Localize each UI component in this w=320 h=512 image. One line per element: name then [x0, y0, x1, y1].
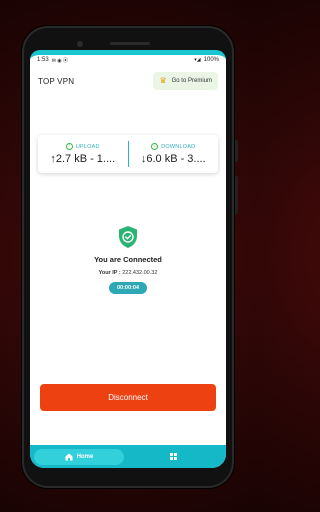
app-bar: TOP VPN ♛ Go to Premium [30, 69, 226, 93]
grid-icon [169, 453, 177, 460]
disconnect-button[interactable]: Disconnect [40, 384, 216, 411]
connection-status-text: You are Connected [94, 255, 162, 264]
phone-volume-button [234, 176, 238, 214]
connection-timer: 00:00:04 [108, 282, 148, 294]
ip-label: Your IP : [98, 270, 121, 276]
upload-arrow-icon: ↑ [65, 143, 73, 150]
download-stat: ↓ DOWNLOAD ↓6.0 kB - 3.... [129, 135, 219, 173]
nav-grid-tab[interactable] [124, 453, 222, 460]
download-arrow-icon: ↓ [151, 143, 159, 150]
go-premium-button[interactable]: ♛ Go to Premium [153, 72, 218, 90]
earpiece [110, 42, 150, 45]
connection-status-panel: You are Connected Your IP : 222.432.00.3… [30, 225, 226, 294]
traffic-stats-card: ↑ UPLOAD ↑2.7 kB - 1.... ↓ DOWNLOAD ↓6.0… [38, 135, 218, 173]
nav-home-tab[interactable]: Home [34, 448, 124, 465]
premium-label: Go to Premium [171, 78, 212, 84]
phone-side-button [234, 140, 238, 162]
download-value: ↓6.0 kB - 3.... [140, 153, 206, 165]
status-bar: 1:53 ✉ ◉ ⦿ ▾◢ 100% [30, 55, 226, 65]
home-icon [65, 453, 73, 460]
battery-text: 100% [203, 57, 219, 63]
nav-home-label: Home [76, 453, 94, 460]
ip-address-line: Your IP : 222.432.00.32 [99, 270, 158, 276]
download-label: DOWNLOAD [161, 143, 196, 150]
shield-check-icon [119, 226, 137, 248]
notification-icons: ✉ ◉ ⦿ [51, 57, 69, 64]
upload-stat: ↑ UPLOAD ↑2.7 kB - 1.... [38, 135, 128, 173]
front-camera [77, 41, 83, 47]
bottom-navigation: Home [30, 445, 226, 468]
phone-frame: 1:53 ✉ ◉ ⦿ ▾◢ 100% TOP VPN ♛ Go to Premi… [22, 26, 234, 488]
app-title: TOP VPN [38, 76, 75, 86]
upload-value: ↑2.7 kB - 1.... [50, 153, 116, 165]
signal-icon: ▾◢ [194, 57, 201, 63]
app-screen: 1:53 ✉ ◉ ⦿ ▾◢ 100% TOP VPN ♛ Go to Premi… [30, 50, 226, 468]
ip-value: 222.432.00.32 [122, 270, 158, 276]
upload-label: UPLOAD [75, 143, 100, 150]
status-time: 1:53 [37, 57, 49, 63]
crown-icon: ♛ [159, 76, 167, 85]
